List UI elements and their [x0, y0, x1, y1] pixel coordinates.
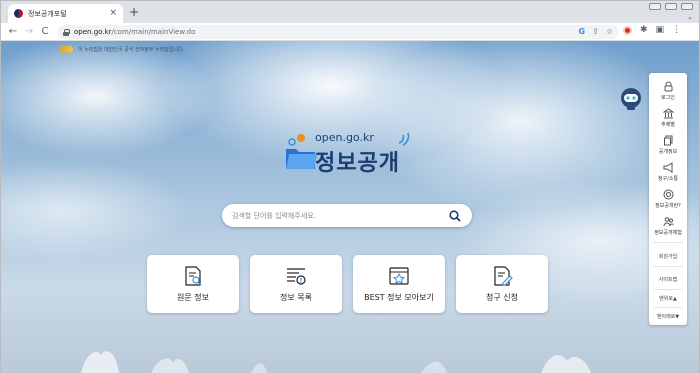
- puzzle-extensions-icon[interactable]: ✱: [640, 26, 648, 35]
- quick-sitemap[interactable]: 사이트맵: [649, 276, 687, 283]
- card-best-info[interactable]: BEST 정보 모아보기: [353, 255, 445, 313]
- quick-divider: [653, 289, 683, 290]
- browser-window: 정보공개포털 × + ⌄ ← → C open.go.kr/com/main/m…: [0, 0, 700, 373]
- google-translate-icon[interactable]: G: [579, 28, 586, 36]
- logo-name: 정보공개: [315, 151, 400, 176]
- browser-tab[interactable]: 정보공개포털 ×: [8, 4, 123, 23]
- quick-label: 정보공개체험: [654, 230, 682, 236]
- browser-toolbar: ← → C open.go.kr/com/main/mainView.do G …: [1, 23, 699, 41]
- side-panel-icon[interactable]: ▣: [656, 26, 665, 35]
- extensions-area: ✱ ▣ ⋮: [623, 26, 681, 35]
- quick-divider: [653, 307, 683, 308]
- tab-close-icon[interactable]: ×: [109, 9, 117, 18]
- target-icon: [663, 189, 673, 200]
- address-bar[interactable]: open.go.kr/com/main/mainView.do G ⇪ ☆: [57, 25, 619, 39]
- chatbot-icon[interactable]: [620, 87, 642, 111]
- search-box: [222, 204, 472, 227]
- card-label: 원문 정보: [177, 293, 209, 302]
- gov-notice-text: 이 누리집은 대한민국 공식 전자정부 누리집입니다.: [78, 47, 185, 53]
- browser-menu-icon[interactable]: ⋮: [672, 26, 681, 35]
- scroll-bottom-button[interactable]: 맨아래로▼: [649, 313, 687, 320]
- quick-open-info[interactable]: 공개정보: [649, 135, 687, 155]
- lock-icon: [664, 81, 672, 92]
- signal-waves-icon: [398, 132, 410, 146]
- gov-notice: 이 누리집은 대한민국 공식 전자정부 누리집입니다.: [59, 46, 184, 53]
- url-text[interactable]: open.go.kr/com/main/mainView.do: [74, 28, 579, 36]
- card-info-list[interactable]: 정보 목록: [250, 255, 342, 313]
- quick-about[interactable]: 정보공개란?: [649, 189, 687, 209]
- quick-request[interactable]: 청구/소통: [649, 162, 687, 182]
- taegeuk-favicon-icon: [14, 9, 23, 18]
- best-star-icon: [389, 267, 409, 285]
- tab-search-icon[interactable]: ⌄: [687, 13, 693, 21]
- card-label: 청구 신청: [486, 293, 518, 302]
- megaphone-icon: [663, 162, 672, 173]
- people-icon: [663, 217, 674, 227]
- frosted-trees-image: [81, 351, 591, 373]
- copy-icon: [663, 135, 672, 146]
- page-content: 이 누리집은 대한민국 공식 전자정부 누리집입니다. open.go.kr 정…: [1, 41, 699, 373]
- quick-signup[interactable]: 회원가입: [649, 253, 687, 260]
- scroll-top-button[interactable]: 맨위로▲: [649, 295, 687, 302]
- quick-experience[interactable]: 정보공개체험: [649, 216, 687, 236]
- card-label: BEST 정보 모아보기: [364, 293, 434, 302]
- bookmark-star-icon[interactable]: ☆: [606, 28, 613, 36]
- window-controls: [649, 3, 693, 10]
- quick-label: 정보공개란?: [655, 203, 681, 209]
- quick-login[interactable]: 로그인: [649, 81, 687, 101]
- search-input[interactable]: [232, 211, 448, 220]
- card-original-info[interactable]: 원문 정보: [147, 255, 239, 313]
- card-request[interactable]: 청구 신청: [456, 255, 548, 313]
- extension-red-icon[interactable]: [623, 26, 632, 35]
- list-alert-icon: [287, 268, 306, 285]
- url-host: open.go.kr: [74, 28, 112, 36]
- forward-arrow-icon[interactable]: →: [21, 26, 37, 37]
- logo-url-text: open.go.kr: [315, 131, 374, 144]
- building-icon: [662, 108, 674, 119]
- address-bar-actions: G ⇪ ☆: [579, 28, 613, 36]
- search-button[interactable]: [448, 209, 462, 223]
- quick-label: 로그인: [661, 95, 675, 101]
- new-tab-icon[interactable]: +: [129, 6, 139, 18]
- share-icon[interactable]: ⇪: [592, 28, 599, 36]
- site-logo[interactable]: open.go.kr 정보공개: [281, 131, 421, 176]
- quick-label: 공개정보: [658, 149, 678, 155]
- quick-topic[interactable]: 주제별: [649, 108, 687, 128]
- maximize-icon[interactable]: [665, 3, 677, 10]
- tab-title: 정보공개포털: [28, 9, 67, 18]
- back-arrow-icon[interactable]: ←: [5, 26, 21, 37]
- lock-icon[interactable]: [63, 28, 70, 36]
- tab-strip: 정보공개포털 × + ⌄: [1, 1, 699, 23]
- search-icon: [449, 209, 461, 222]
- window-close-icon[interactable]: [681, 3, 693, 10]
- quick-label: 청구/소통: [657, 176, 679, 182]
- minimize-icon[interactable]: [649, 3, 661, 10]
- card-label: 정보 목록: [280, 293, 312, 302]
- reload-icon[interactable]: C: [37, 26, 53, 37]
- quick-label: 주제별: [661, 122, 675, 128]
- quick-menu: 로그인 주제별 공개정보 청구/소통 정보공개란? 정보공개체험 회원가입 사이…: [649, 73, 687, 325]
- document-edit-icon: [494, 266, 513, 286]
- quick-divider: [653, 242, 683, 243]
- url-path: /com/main/mainView.do: [111, 28, 196, 36]
- gov-emblem-icon: [59, 46, 73, 53]
- quick-divider: [653, 266, 683, 267]
- document-search-icon: [185, 266, 202, 286]
